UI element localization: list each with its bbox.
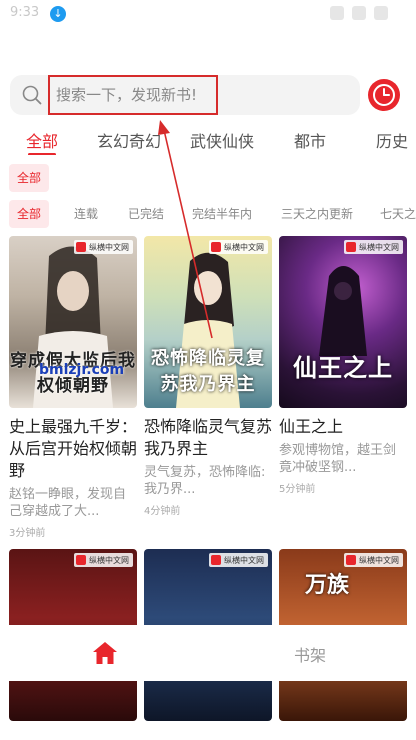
watermark-text: bmlzjr.com: [39, 362, 125, 378]
book-cover: 纵横中文网 穿成假太监后我权倾朝野 bmlzjr.com: [9, 236, 137, 408]
status-bar: 9:33 ↓: [0, 0, 416, 28]
publisher-badge: 纵横中文网: [74, 240, 133, 254]
publisher-badge: 纵横中文网: [344, 553, 403, 567]
tab-wuxia[interactable]: 武侠仙侠: [190, 128, 254, 152]
cover-title: 恐怖降临灵复苏我乃界主: [151, 348, 265, 395]
bookshelf-tab[interactable]: 书架: [294, 642, 326, 666]
filter-serializing[interactable]: 连载: [74, 200, 98, 228]
search-bar[interactable]: [10, 75, 360, 115]
history-button[interactable]: [368, 79, 400, 111]
tab-xuanhuan[interactable]: 玄幻奇幻: [97, 128, 161, 152]
tab-all[interactable]: 全部: [26, 128, 58, 152]
cover-title: 仙王之上: [293, 354, 393, 382]
book-title: 仙王之上: [279, 417, 344, 436]
book-cover: 纵横中文网 恐怖降临灵复苏我乃界主: [144, 236, 272, 408]
download-icon: ↓: [50, 6, 66, 22]
book-description: 赵铭一睁眼，发现自己穿越成了大...: [9, 487, 127, 519]
cover-title: 万族: [305, 573, 350, 598]
search-highlight-box: [48, 75, 218, 115]
wifi-icon: [330, 6, 344, 20]
tab-city[interactable]: 都市: [294, 128, 326, 152]
book-title: 恐怖降临灵气复苏我乃界主: [144, 417, 273, 458]
filter-updated-7-days[interactable]: 七天之: [380, 200, 416, 228]
filter-row: 全部 连载 已完结 完结半年内 三天之内更新 七天之: [0, 200, 416, 228]
update-time: 5分钟前: [279, 484, 316, 495]
home-icon[interactable]: [92, 640, 118, 666]
update-time: 3分钟前: [9, 528, 46, 539]
filter-completed[interactable]: 已完结: [128, 200, 164, 228]
status-icons: [330, 6, 388, 20]
book-description: 参观博物馆，越王剑竟冲破坚钢...: [279, 443, 397, 475]
publisher-badge: 纵横中文网: [344, 240, 403, 254]
publisher-badge: 纵横中文网: [209, 553, 268, 567]
book-cover: 纵横中文网 仙王之上: [279, 236, 407, 408]
subcategory-chip-all[interactable]: 全部: [9, 164, 50, 192]
filter-updated-3-days[interactable]: 三天之内更新: [281, 200, 353, 228]
book-card[interactable]: 纵横中文网 仙王之上 仙王之上 参观博物馆，越王剑竟冲破坚钢... 5分钟前: [279, 236, 407, 495]
publisher-logo-icon: [211, 555, 221, 565]
status-time: 9:33: [10, 5, 40, 20]
filter-completed-half-year[interactable]: 完结半年内: [192, 200, 252, 228]
tab-underline: [28, 153, 56, 155]
filter-all[interactable]: 全部: [9, 200, 50, 228]
publisher-logo-icon: [76, 555, 86, 565]
book-card[interactable]: 纵横中文网 穿成假太监后我权倾朝野 bmlzjr.com 史上最强九千岁：从后宫…: [9, 236, 137, 539]
battery-icon: [374, 6, 388, 20]
search-icon: [22, 85, 42, 105]
bottom-nav: 书架: [0, 625, 416, 681]
clock-icon: [373, 84, 395, 106]
publisher-logo-icon: [346, 555, 356, 565]
publisher-logo-icon: [346, 242, 356, 252]
tab-history[interactable]: 历史: [376, 128, 408, 152]
book-description: 灵气复苏，恐怖降临:我乃界...: [144, 465, 266, 497]
publisher-logo-icon: [211, 242, 221, 252]
update-time: 4分钟前: [144, 506, 181, 517]
publisher-logo-icon: [76, 242, 86, 252]
publisher-badge: 纵横中文网: [74, 553, 133, 567]
signal-icon: [352, 6, 366, 20]
book-card[interactable]: 纵横中文网 恐怖降临灵复苏我乃界主 恐怖降临灵气复苏我乃界主 灵气复苏，恐怖降临…: [144, 236, 272, 517]
book-title: 史上最强九千岁：从后宫开始权倾朝野: [9, 417, 138, 480]
publisher-badge: 纵横中文网: [209, 240, 268, 254]
category-tabs: 全部 玄幻奇幻 武侠仙侠 都市 历史: [0, 125, 416, 155]
